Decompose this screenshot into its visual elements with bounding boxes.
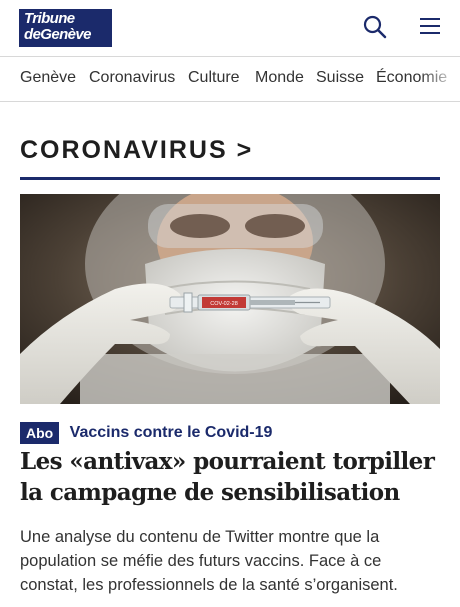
nav-scroll-fade xyxy=(420,57,460,101)
top-bar: Tribune deGenève xyxy=(0,0,460,57)
nav-item-suisse[interactable]: Suisse xyxy=(316,69,364,87)
nav-item-monde[interactable]: Monde xyxy=(255,69,304,87)
article-headline[interactable]: Les «antivax» pourraient torpiller la ca… xyxy=(20,446,445,508)
logo-line-2: deGenève xyxy=(24,26,92,43)
section-title-link[interactable]: CORONAVIRUS > xyxy=(20,136,253,165)
site-logo[interactable]: Tribune deGenève xyxy=(19,9,112,47)
nav-item-culture[interactable]: Culture xyxy=(188,69,240,87)
section-nav: Genève Coronavirus Culture Monde Suisse … xyxy=(0,57,460,102)
subscriber-badge: Abo xyxy=(20,422,60,444)
article-hero-image[interactable]: COV-02-28 xyxy=(20,194,440,404)
article-topic-link[interactable]: Vaccins contre le Covid-19 xyxy=(70,424,273,442)
vaccine-photo: COV-02-28 xyxy=(20,194,440,404)
section-divider xyxy=(20,177,440,180)
search-button[interactable] xyxy=(362,14,388,40)
menu-button[interactable] xyxy=(418,15,442,37)
nav-item-geneve[interactable]: Genève xyxy=(20,69,76,87)
hamburger-menu-icon xyxy=(420,18,440,34)
search-icon xyxy=(363,15,387,39)
logo-line-1: Tribune xyxy=(24,10,75,27)
article-kicker-row: Abo Vaccins contre le Covid-19 xyxy=(20,422,272,444)
vial-label: COV-02-28 xyxy=(210,301,238,307)
article-summary: Une analyse du contenu de Twitter montre… xyxy=(20,528,398,594)
nav-item-coronavirus[interactable]: Coronavirus xyxy=(89,69,175,87)
